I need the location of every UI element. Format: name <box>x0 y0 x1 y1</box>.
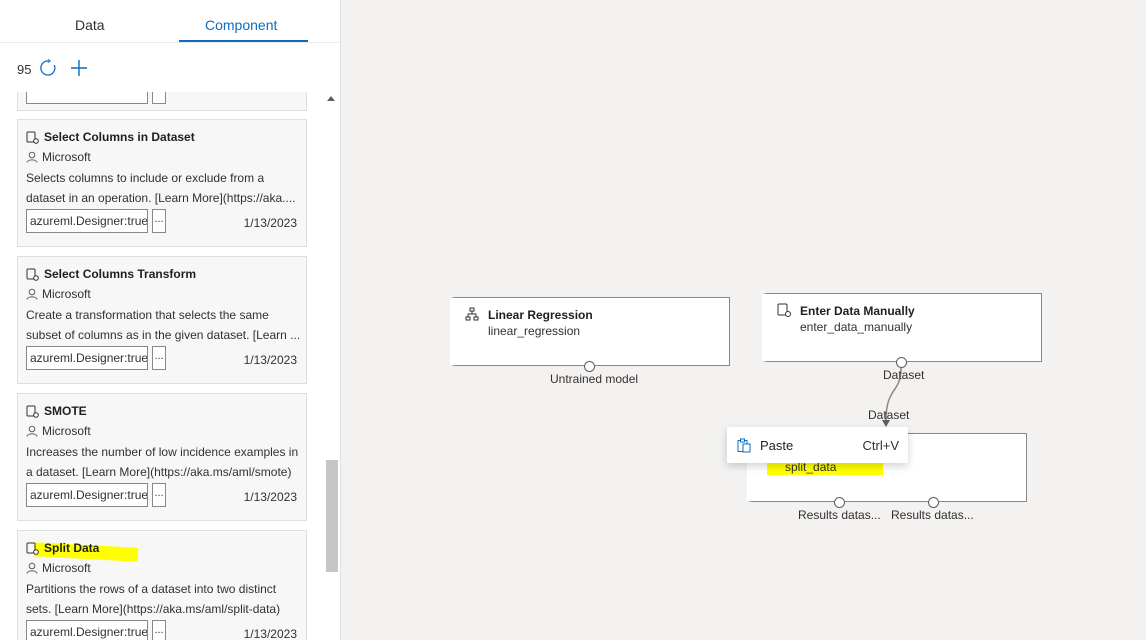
card-description: Increases the number of low incidence ex… <box>26 442 300 482</box>
card-date: 1/13/2023 <box>243 353 297 367</box>
component-panel: Data Component 95 Select Columns in Data… <box>0 0 341 640</box>
component-toolbar: 95 <box>0 50 340 90</box>
more-button[interactable]: ... <box>152 483 166 507</box>
tab-component[interactable]: Component <box>205 17 277 33</box>
scroll-up-arrow-icon[interactable] <box>327 96 335 101</box>
card-author: Microsoft <box>26 287 91 301</box>
list-item[interactable]: SMOTE Microsoft Increases the number of … <box>17 393 307 521</box>
component-icon <box>26 268 39 281</box>
description-line: Selects columns to include or exclude fr… <box>26 171 265 185</box>
component-icon <box>26 405 39 418</box>
description-line: Increases the number of low incidence ex… <box>26 445 299 459</box>
node-title: Linear Regression <box>488 308 593 322</box>
card-author: Microsoft <box>26 150 91 164</box>
list-item[interactable]: Select Columns Transform Microsoft Creat… <box>17 256 307 384</box>
port-label: Untrained model <box>550 372 639 386</box>
description-line: subset of columns as in the given datase… <box>26 328 300 342</box>
card-description: Selects columns to include or exclude fr… <box>26 168 300 208</box>
tabs-divider <box>0 42 340 43</box>
author-name: Microsoft <box>42 561 91 575</box>
tag-chip[interactable]: azureml.Designer:true <box>26 209 148 233</box>
node-subtitle: linear_regression <box>488 324 581 338</box>
card-title: Select Columns in Dataset <box>26 130 195 144</box>
clipboard-icon <box>737 438 751 456</box>
menu-item-shortcut: Ctrl+V <box>862 438 899 453</box>
more-button[interactable] <box>152 92 166 104</box>
author-name: Microsoft <box>42 150 91 164</box>
more-button[interactable]: ... <box>152 346 166 370</box>
add-icon[interactable] <box>70 59 88 77</box>
tag-chip[interactable]: azureml.Designer:true <box>26 483 148 507</box>
person-icon <box>26 151 38 163</box>
output-port[interactable] <box>928 497 939 508</box>
description-line: Partitions the rows of a dataset into tw… <box>26 582 277 596</box>
card-title-text: Select Columns in Dataset <box>44 130 195 144</box>
component-icon <box>26 131 39 144</box>
person-icon <box>26 288 38 300</box>
node-subtitle: enter_data_manually <box>800 320 913 334</box>
card-date: 1/13/2023 <box>243 627 297 640</box>
tab-data[interactable]: Data <box>75 17 105 33</box>
tag-chip[interactable]: azureml.Designer:true <box>26 620 148 640</box>
component-icon <box>26 542 39 555</box>
tag-chip[interactable] <box>26 92 148 104</box>
card-title: Split Data <box>26 541 99 555</box>
card-title-text: SMOTE <box>44 404 87 418</box>
refresh-icon[interactable] <box>39 59 57 77</box>
description-line: sets. [Learn More](https://aka.ms/aml/sp… <box>26 602 281 616</box>
person-icon <box>26 425 38 437</box>
card-date: 1/13/2023 <box>243 490 297 504</box>
tree-icon <box>465 307 479 324</box>
card-title: Select Columns Transform <box>26 267 196 281</box>
component-list: Select Columns in Dataset Microsoft Sele… <box>0 92 322 640</box>
list-item[interactable]: Select Columns in Dataset Microsoft Sele… <box>17 119 307 247</box>
menu-item-label: Paste <box>760 438 794 453</box>
author-name: Microsoft <box>42 424 91 438</box>
more-button[interactable]: ... <box>152 620 166 640</box>
component-icon <box>777 303 791 320</box>
output-port[interactable] <box>834 497 845 508</box>
card-author: Microsoft <box>26 424 91 438</box>
context-menu: Paste Ctrl+V <box>727 427 908 463</box>
card-description: Create a transformation that selects the… <box>26 305 300 345</box>
more-button[interactable]: ... <box>152 209 166 233</box>
card-date: 1/13/2023 <box>243 216 297 230</box>
node-linear-regression[interactable]: Linear Regression linear_regression <box>450 297 730 366</box>
port-label: Results datas... <box>798 508 881 522</box>
description-line: Create a transformation that selects the… <box>26 308 269 322</box>
component-count: 95 <box>17 62 32 77</box>
port-label: Results datas... <box>891 508 974 522</box>
card-title: SMOTE <box>26 404 87 418</box>
list-item[interactable]: Split Data Microsoft Partitions the rows… <box>17 530 307 640</box>
panel-tabs: Data Component <box>0 0 340 44</box>
menu-item-paste[interactable]: Paste Ctrl+V <box>727 427 908 463</box>
port-label: Dataset <box>868 408 910 422</box>
description-line: a dataset. [Learn More](https://aka.ms/a… <box>26 465 292 479</box>
port-label: Dataset <box>883 368 925 382</box>
list-item[interactable] <box>17 92 307 111</box>
card-title-text: Select Columns Transform <box>44 267 197 281</box>
author-name: Microsoft <box>42 287 91 301</box>
node-enter-data-manually[interactable]: Enter Data Manually enter_data_manually <box>762 293 1042 362</box>
scroll-thumb[interactable] <box>326 460 338 572</box>
card-author: Microsoft <box>26 561 91 575</box>
person-icon <box>26 562 38 574</box>
description-line: dataset in an operation. [Learn More](ht… <box>26 191 296 205</box>
output-port[interactable] <box>896 357 907 368</box>
tag-chip[interactable]: azureml.Designer:true <box>26 346 148 370</box>
list-scrollbar[interactable] <box>323 92 340 640</box>
node-title: Enter Data Manually <box>800 304 915 318</box>
output-port[interactable] <box>584 361 595 372</box>
card-description: Partitions the rows of a dataset into tw… <box>26 579 300 619</box>
card-title-text: Split Data <box>44 541 100 555</box>
